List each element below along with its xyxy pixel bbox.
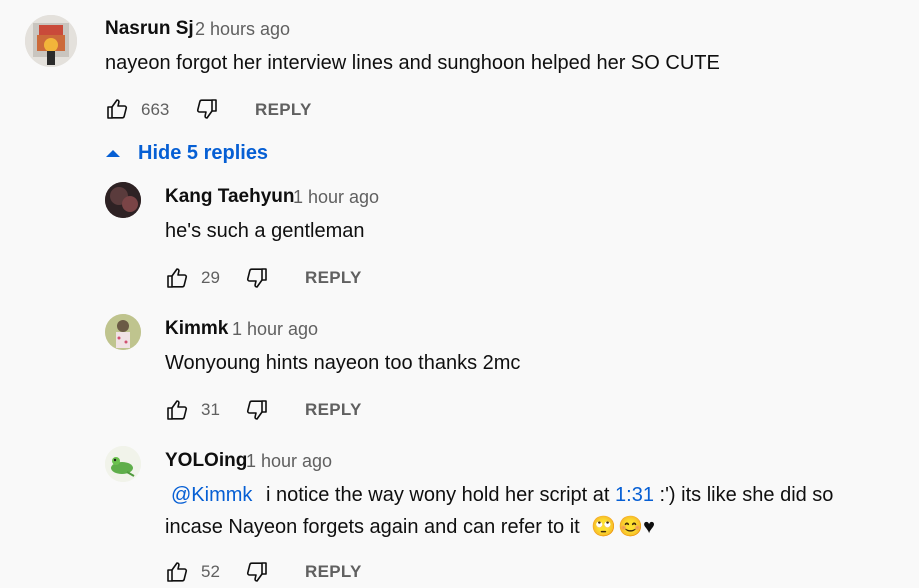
reply-button[interactable]: REPLY [305, 562, 362, 582]
like-icon[interactable] [165, 398, 189, 422]
like-count: 29 [201, 268, 220, 287]
reply-text-line-1: @Kimmk i notice the way wony hold her sc… [165, 484, 833, 507]
avatar-kimmk[interactable] [105, 314, 141, 350]
reply-text-line-2-text: incase Nayeon forgets again and can refe… [165, 516, 580, 538]
comment-time[interactable]: 2 hours ago [195, 19, 290, 40]
reply-time[interactable]: 1 hour ago [293, 187, 379, 208]
heart-icon: ♥ [643, 516, 655, 538]
reply-author[interactable]: YOLOing [165, 450, 247, 472]
reply-text-part-2: :') its like she did so [659, 484, 834, 506]
dislike-icon[interactable] [245, 398, 269, 422]
smiling-emoji: 😊 [618, 516, 644, 538]
dislike-icon[interactable] [245, 266, 269, 290]
mention-link[interactable]: @Kimmk [171, 484, 252, 506]
like-icon[interactable] [105, 97, 129, 121]
reply-button[interactable]: REPLY [305, 268, 362, 288]
comment-author[interactable]: Nasrun Sj [105, 18, 194, 40]
like-count: 31 [201, 400, 220, 419]
reply-text: Wonyoung hints nayeon too thanks 2mc [165, 352, 521, 374]
reply-button[interactable]: REPLY [255, 100, 312, 120]
reply-text-part-1: i notice the way wony hold her script at [265, 484, 610, 506]
avatar-nasrun-sj[interactable] [25, 15, 77, 67]
reply-time[interactable]: 1 hour ago [232, 319, 318, 340]
dislike-icon[interactable] [245, 560, 269, 584]
like-icon[interactable] [165, 560, 189, 584]
avatar-yoloing[interactable] [105, 446, 141, 482]
reply-text-line-2: incase Nayeon forgets again and can refe… [165, 514, 655, 539]
avatar-kang-taehyun[interactable] [105, 182, 141, 218]
rolling-eyes-emoji: 🙄 [591, 516, 617, 538]
timestamp-link[interactable]: 1:31 [615, 484, 654, 506]
like-count: 52 [201, 562, 220, 581]
reply-author[interactable]: Kimmk [165, 318, 228, 340]
hide-replies-button[interactable]: Hide 5 replies [138, 142, 268, 165]
comment-text: nayeon forgot her interview lines and su… [105, 52, 720, 74]
reply-author[interactable]: Kang Taehyun [165, 186, 295, 208]
reply-button[interactable]: REPLY [305, 400, 362, 420]
dislike-icon[interactable] [195, 97, 219, 121]
reply-text: he's such a gentleman [165, 220, 365, 242]
reply-time[interactable]: 1 hour ago [246, 451, 332, 472]
like-icon[interactable] [165, 266, 189, 290]
caret-up-icon[interactable] [104, 146, 122, 160]
like-count: 663 [141, 100, 170, 119]
